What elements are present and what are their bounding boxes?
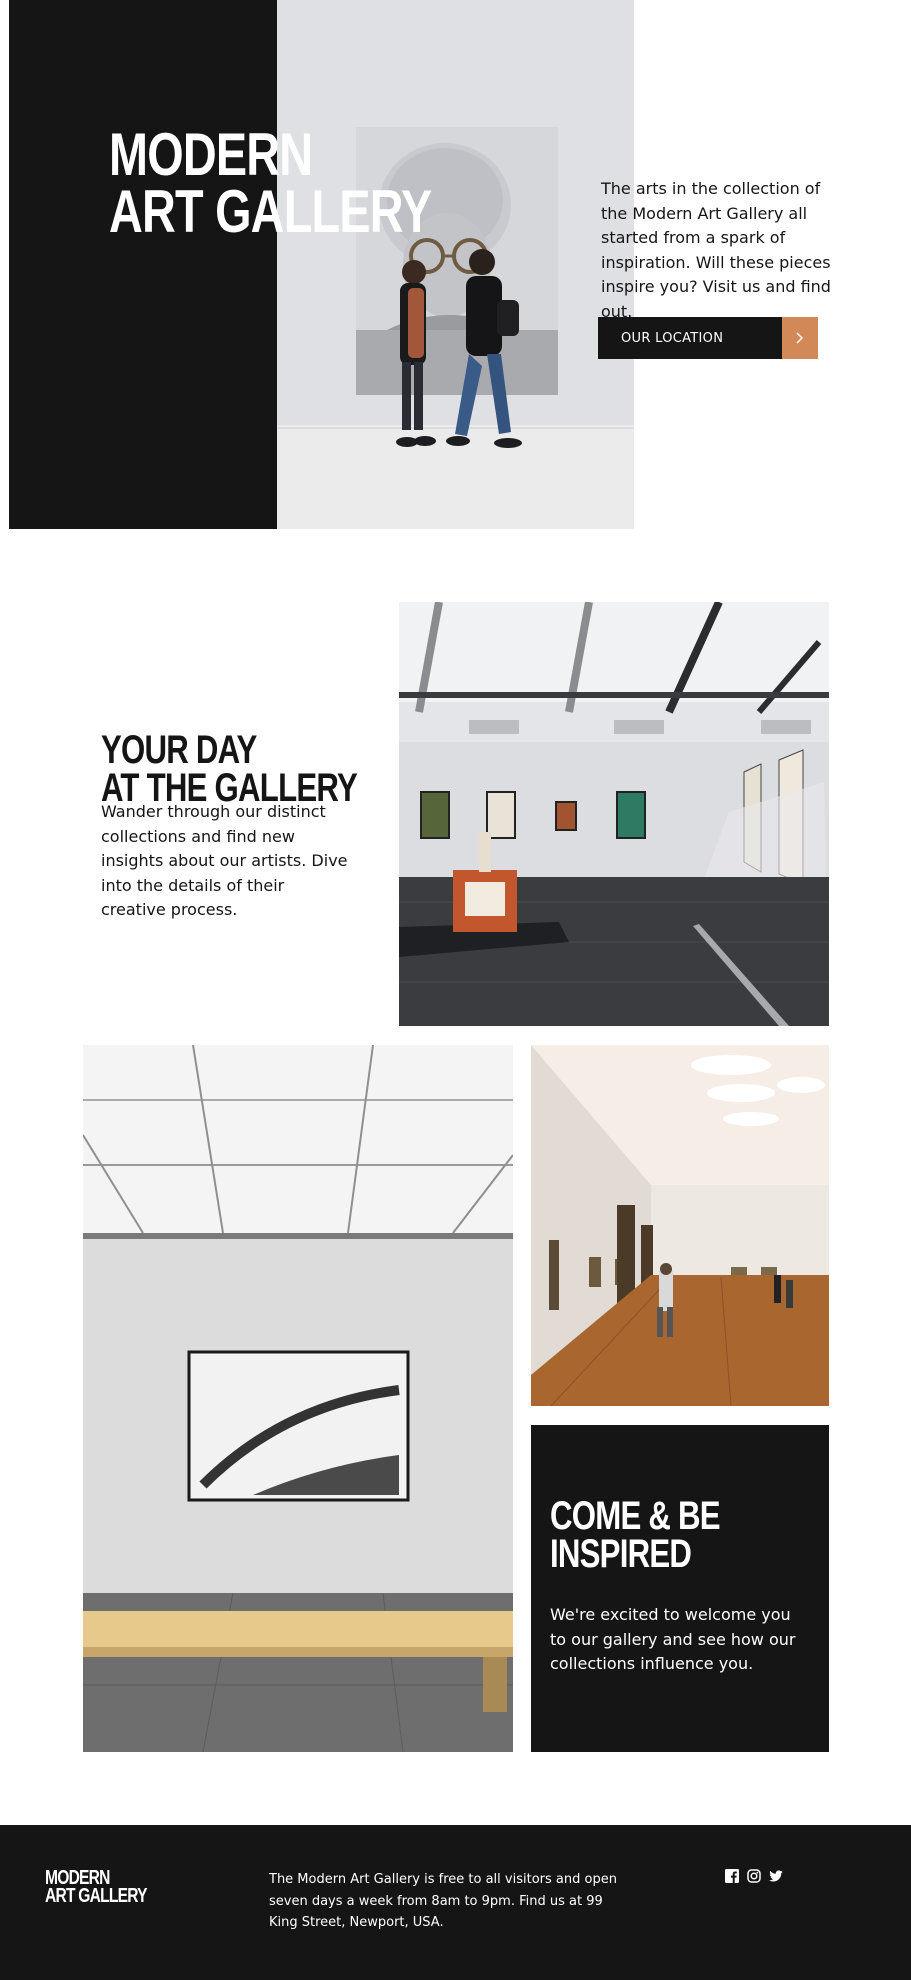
- day-title-line1: Your Day: [101, 728, 257, 772]
- chevron-right-icon[interactable]: [782, 317, 818, 359]
- inspired-title-line2: Inspired: [550, 1532, 692, 1576]
- footer-info-text: The Modern Art Gallery is free to all vi…: [269, 1872, 617, 1930]
- framed-photo-bench-image: [83, 1045, 513, 1752]
- hero-dark-panel: [9, 0, 277, 529]
- footer: Modern Art Gallery The Modern Art Galler…: [0, 1825, 911, 1980]
- inspired-title: Come & Be Inspired: [550, 1494, 721, 1576]
- footer-logo-line2: Art Gallery: [45, 1885, 148, 1908]
- day-section-description: Wander through our distinct collections …: [101, 802, 348, 919]
- hero-image: [277, 0, 634, 529]
- gallery-room-image: [399, 602, 829, 1026]
- hero-title: Modern Art Gallery: [109, 121, 432, 245]
- day-section-title: Your Day At The Gallery: [101, 728, 358, 808]
- facebook-icon[interactable]: [725, 1868, 739, 1883]
- inspired-description: We're excited to welcome you to our gall…: [550, 1605, 796, 1673]
- hero-title-line2: Art Gallery: [109, 178, 432, 245]
- our-location-button[interactable]: Our Location: [598, 317, 818, 359]
- footer-logo[interactable]: Modern Art Gallery: [45, 1868, 148, 1908]
- instagram-icon[interactable]: [747, 1868, 761, 1883]
- come-be-inspired-panel: Come & Be Inspired We're excited to welc…: [531, 1425, 829, 1752]
- our-location-button-label: Our Location: [621, 330, 724, 346]
- social-links: [725, 1868, 783, 1883]
- twitter-icon[interactable]: [769, 1868, 783, 1882]
- hero-description: The arts in the collection of the Modern…: [601, 179, 831, 321]
- inspired-title-line1: Come & Be: [550, 1494, 721, 1538]
- gallery-hall-image: [531, 1045, 829, 1406]
- hero-title-line1: Modern: [109, 121, 313, 188]
